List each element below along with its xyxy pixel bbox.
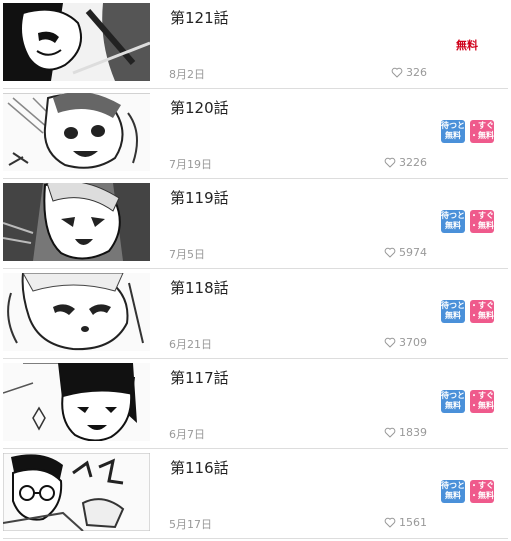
instant-free-badge: ・すぐ ・無料 bbox=[470, 300, 494, 323]
episode-row-117[interactable]: 第117話 6月7日 1839 待つと 無料 ・すぐ ・無料 bbox=[0, 360, 511, 449]
heart-outline-icon bbox=[384, 247, 396, 257]
wait-free-badge: 待つと 無料 bbox=[441, 120, 465, 143]
episode-title[interactable]: 第120話 bbox=[170, 97, 229, 118]
free-badges: 待つと 無料 ・すぐ ・無料 bbox=[441, 480, 494, 503]
heart-outline-icon bbox=[391, 67, 403, 77]
episode-title[interactable]: 第119話 bbox=[170, 187, 229, 208]
like-count-value: 3709 bbox=[399, 335, 427, 349]
episode-thumbnail[interactable] bbox=[3, 453, 150, 531]
free-badges: 待つと 無料 ・すぐ ・無料 bbox=[441, 300, 494, 323]
instant-free-badge: ・すぐ ・無料 bbox=[470, 120, 494, 143]
episode-date: 8月2日 bbox=[169, 68, 205, 81]
heart-outline-icon bbox=[384, 427, 396, 437]
wait-free-badge: 待つと 無料 bbox=[441, 210, 465, 233]
row-divider bbox=[3, 88, 508, 89]
instant-free-badge: ・すぐ ・無料 bbox=[470, 210, 494, 233]
wait-free-badge: 待つと 無料 bbox=[441, 390, 465, 413]
wait-free-badge: 待つと 無料 bbox=[441, 480, 465, 503]
like-count-value: 326 bbox=[406, 65, 427, 79]
episode-row-120[interactable]: 第120話 7月19日 3226 待つと 無料 ・すぐ ・無料 bbox=[0, 90, 511, 179]
wait-free-badge: 待つと 無料 bbox=[441, 300, 465, 323]
like-count-value: 3226 bbox=[399, 155, 427, 169]
episode-thumbnail[interactable] bbox=[3, 273, 150, 351]
episode-thumbnail[interactable] bbox=[3, 363, 150, 441]
episode-row-119[interactable]: 第119話 7月5日 5974 待つと 無料 ・すぐ ・無料 bbox=[0, 180, 511, 269]
like-count-value: 1839 bbox=[399, 425, 427, 439]
row-divider bbox=[3, 178, 508, 179]
episode-list: 第121話 8月2日 326 無料 第120話 7月19日 3226 待つと 無… bbox=[0, 0, 511, 541]
free-badges: 待つと 無料 ・すぐ ・無料 bbox=[441, 210, 494, 233]
free-badges: 待つと 無料 ・すぐ ・無料 bbox=[441, 390, 494, 413]
episode-thumbnail[interactable] bbox=[3, 183, 150, 261]
episode-date: 7月5日 bbox=[169, 248, 205, 261]
like-count[interactable]: 5974 bbox=[384, 245, 427, 259]
episode-date: 5月17日 bbox=[169, 518, 212, 531]
episode-title[interactable]: 第118話 bbox=[170, 277, 229, 298]
like-count[interactable]: 1839 bbox=[384, 425, 427, 439]
episode-title[interactable]: 第121話 bbox=[170, 7, 229, 28]
episode-thumbnail[interactable] bbox=[3, 93, 150, 171]
episode-date: 6月7日 bbox=[169, 428, 205, 441]
episode-row-116[interactable]: 第116話 5月17日 1561 待つと 無料 ・すぐ ・無料 bbox=[0, 450, 511, 539]
episode-date: 7月19日 bbox=[169, 158, 212, 171]
episode-thumbnail[interactable] bbox=[3, 3, 150, 81]
row-divider bbox=[3, 538, 508, 539]
row-divider bbox=[3, 448, 508, 449]
row-divider bbox=[3, 358, 508, 359]
heart-outline-icon bbox=[384, 157, 396, 167]
instant-free-badge: ・すぐ ・無料 bbox=[470, 390, 494, 413]
episode-row-118[interactable]: 第118話 6月21日 3709 待つと 無料 ・すぐ ・無料 bbox=[0, 270, 511, 359]
like-count[interactable]: 1561 bbox=[384, 515, 427, 529]
free-badges: 待つと 無料 ・すぐ ・無料 bbox=[441, 120, 494, 143]
episode-row-121[interactable]: 第121話 8月2日 326 無料 bbox=[0, 0, 511, 89]
free-label: 無料 bbox=[456, 39, 478, 52]
row-divider bbox=[3, 268, 508, 269]
episode-title[interactable]: 第116話 bbox=[170, 457, 229, 478]
episode-date: 6月21日 bbox=[169, 338, 212, 351]
instant-free-badge: ・すぐ ・無料 bbox=[470, 480, 494, 503]
like-count-value: 5974 bbox=[399, 245, 427, 259]
like-count[interactable]: 3709 bbox=[384, 335, 427, 349]
heart-outline-icon bbox=[384, 337, 396, 347]
like-count-value: 1561 bbox=[399, 515, 427, 529]
heart-outline-icon bbox=[384, 517, 396, 527]
like-count[interactable]: 326 bbox=[391, 65, 427, 79]
like-count[interactable]: 3226 bbox=[384, 155, 427, 169]
episode-title[interactable]: 第117話 bbox=[170, 367, 229, 388]
